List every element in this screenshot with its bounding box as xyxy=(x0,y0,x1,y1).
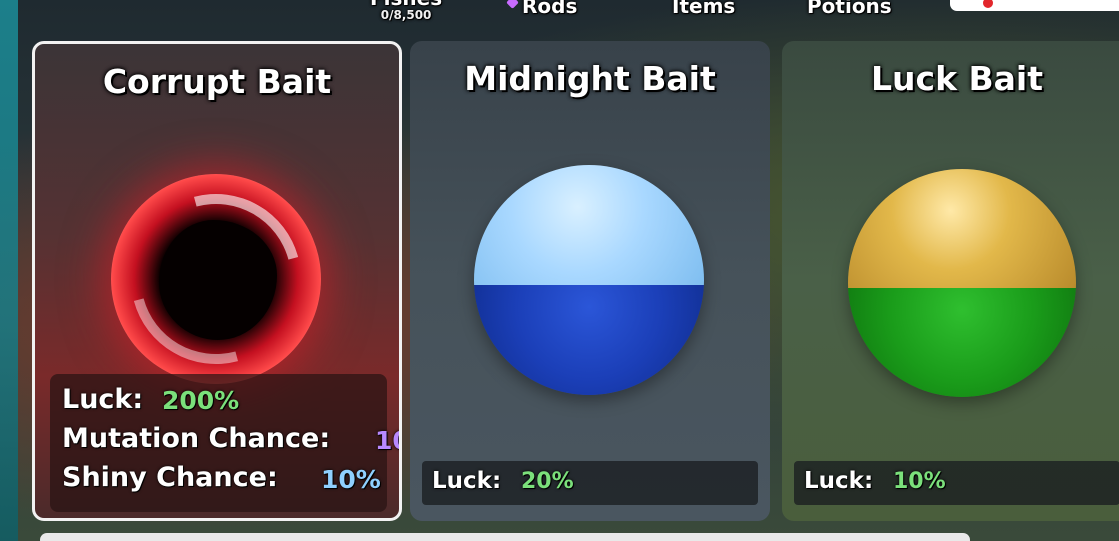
shiny-chance-label: Shiny Chance: xyxy=(62,462,278,493)
luck-label: Luck: xyxy=(432,468,502,494)
luck-stat: Luck: 200% xyxy=(62,384,239,415)
luck-value: 200% xyxy=(162,386,240,415)
luck-value: 10% xyxy=(893,469,946,494)
bait-card-title: Corrupt Bait xyxy=(102,62,332,101)
bait-stats-panel: Luck: 10% xyxy=(794,461,1119,505)
luck-value: 20% xyxy=(521,469,574,494)
tab-items-label: Items xyxy=(672,0,736,18)
tab-potions-label: Potions xyxy=(807,0,892,18)
category-tab-bar: Fishes 0/8,500 Rods Items Potions xyxy=(0,0,1119,32)
corrupt-bait-icon xyxy=(99,162,333,396)
bait-card-title: Midnight Bait xyxy=(464,59,716,98)
shiny-chance-value: 10% xyxy=(321,465,381,494)
shiny-chance-stat: Shiny Chance: 10% xyxy=(62,462,381,494)
tab-potions[interactable]: Potions xyxy=(807,0,892,18)
mutation-chance-stat: Mutation Chance: 10% xyxy=(62,423,399,455)
luck-label: Luck: xyxy=(62,384,144,415)
record-icon xyxy=(983,0,993,8)
fish-count: 0/8,500 xyxy=(380,8,432,22)
search-input[interactable] xyxy=(950,0,1119,11)
mutation-chance-label: Mutation Chance: xyxy=(62,423,331,454)
bait-stats-panel: Luck: 200% Mutation Chance: 10% Shiny Ch… xyxy=(50,374,399,512)
tab-rods[interactable]: Rods xyxy=(506,0,578,18)
tab-fishes[interactable]: Fishes 0/8,500 xyxy=(370,0,442,22)
left-edge-panel xyxy=(0,0,18,541)
bait-card-title: Luck Bait xyxy=(870,59,1044,98)
luck-bait-icon xyxy=(848,169,1076,397)
mutation-chance-value: 10% xyxy=(375,426,399,455)
bait-stats-panel: Luck: 20% xyxy=(422,461,758,505)
bottom-panel xyxy=(40,533,970,541)
bait-card-midnight[interactable]: Midnight Bait Luck: 20% xyxy=(410,41,770,521)
tab-rods-label: Rods xyxy=(522,0,578,18)
luck-label: Luck: xyxy=(804,468,874,494)
gem-icon xyxy=(506,0,519,9)
bait-card-corrupt[interactable]: Corrupt Bait Luck: 200% Mutation Chance:… xyxy=(32,41,402,521)
tab-items[interactable]: Items xyxy=(672,0,735,18)
midnight-bait-icon xyxy=(474,165,704,395)
bait-card-luck[interactable]: Luck Bait Luck: 10% xyxy=(782,41,1119,521)
bait-shop-screen: Fishes 0/8,500 Rods Items Potions Corrup… xyxy=(0,0,1119,541)
